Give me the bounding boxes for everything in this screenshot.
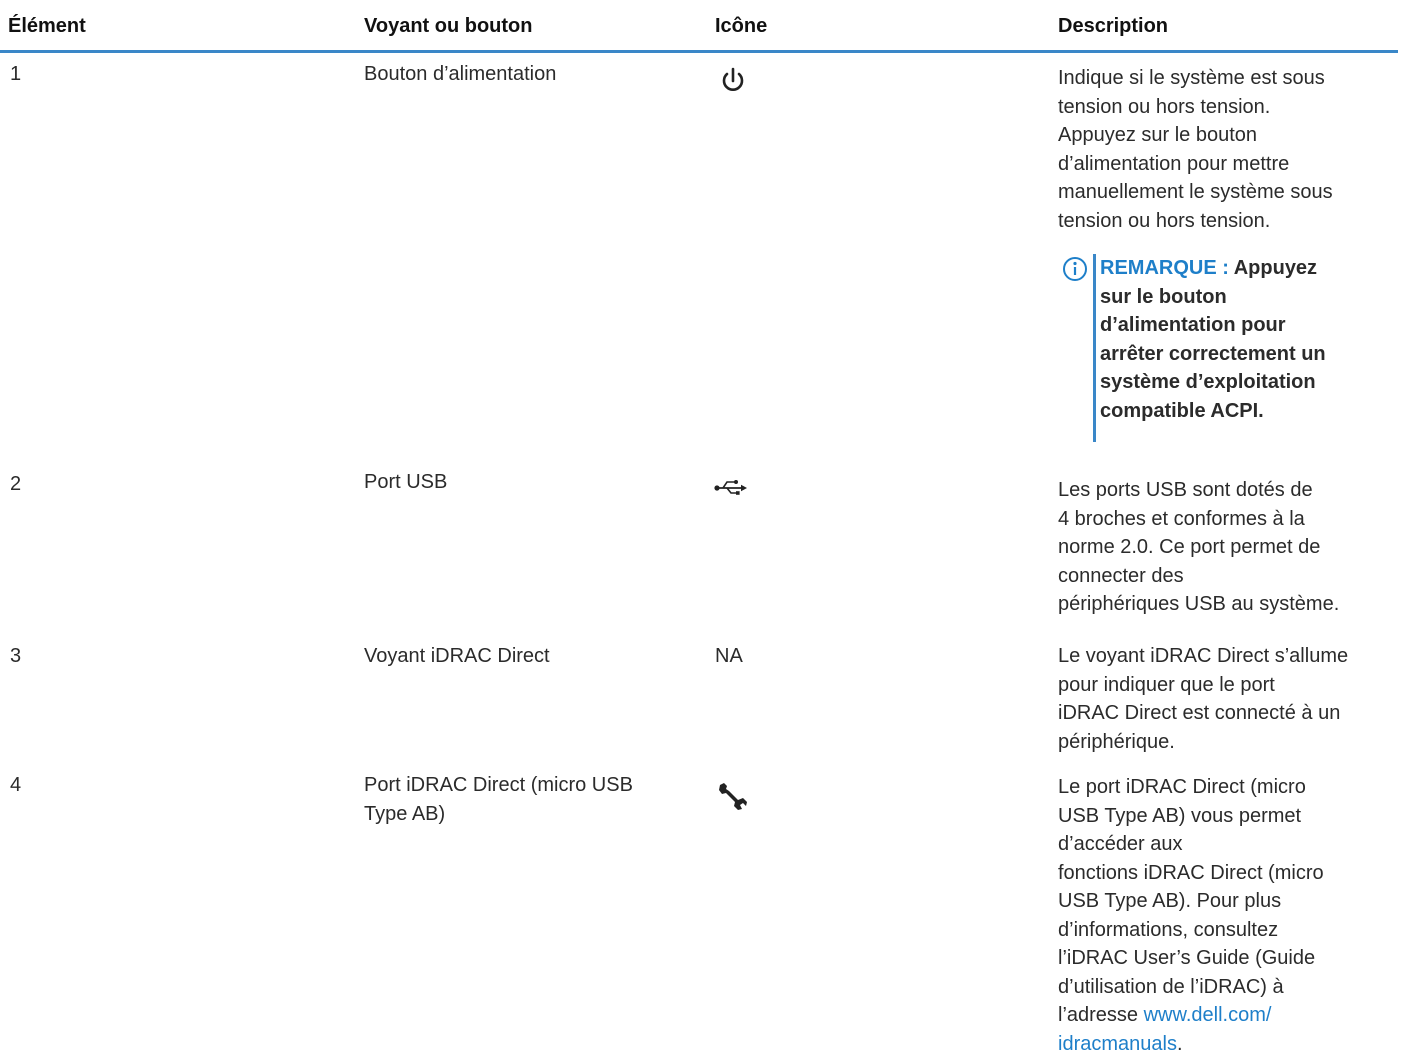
header-control: Voyant ou bouton — [364, 15, 533, 37]
row-4-control: Port iDRAC Direct (micro USB Type AB) — [364, 774, 633, 825]
note-text: REMARQUE : Appuyez sur le bouton d’alime… — [1100, 257, 1326, 422]
note-box: REMARQUE : Appuyez sur le bouton d’alime… — [1062, 254, 1398, 442]
header-icon: Icône — [715, 15, 768, 37]
info-icon — [1063, 257, 1087, 281]
link-dell-idracmanuals[interactable]: www.dell.com/ — [1144, 1004, 1272, 1026]
row-1-item: 1 — [10, 63, 22, 85]
power-icon — [722, 67, 744, 91]
row-2-description: Les ports USB sont dotés de 4 broches et… — [1058, 479, 1340, 615]
table-header: Élément Voyant ou bouton Icône Descripti… — [0, 0, 1398, 53]
row-1-description: Indique si le système est sous tension o… — [1058, 67, 1333, 232]
row-2-item: 2 — [10, 473, 22, 495]
note-bar — [1093, 254, 1096, 442]
row-2-control: Port USB — [364, 471, 448, 493]
row-3-control: Voyant iDRAC Direct — [364, 645, 550, 667]
document-page: Élément Voyant ou bouton Icône Descripti… — [0, 0, 1405, 1057]
wrench-icon — [719, 783, 747, 810]
row-4-item: 4 — [10, 774, 22, 796]
row-4-description: Le port iDRAC Direct (micro USB Type AB)… — [1058, 776, 1324, 1055]
header-item: Élément — [8, 15, 86, 37]
row-3-item: 3 — [10, 645, 22, 667]
usb-icon — [714, 480, 747, 495]
link-dell-idracmanuals-cont[interactable]: idracmanuals — [1058, 1033, 1177, 1055]
header-description: Description — [1058, 15, 1169, 37]
note-label: REMARQUE : — [1100, 257, 1229, 279]
row-3-icon-na: NA — [715, 645, 743, 667]
row-3-description: Le voyant iDRAC Direct s’allume pour ind… — [1058, 645, 1349, 753]
row-1-control: Bouton d’alimentation — [364, 63, 557, 85]
